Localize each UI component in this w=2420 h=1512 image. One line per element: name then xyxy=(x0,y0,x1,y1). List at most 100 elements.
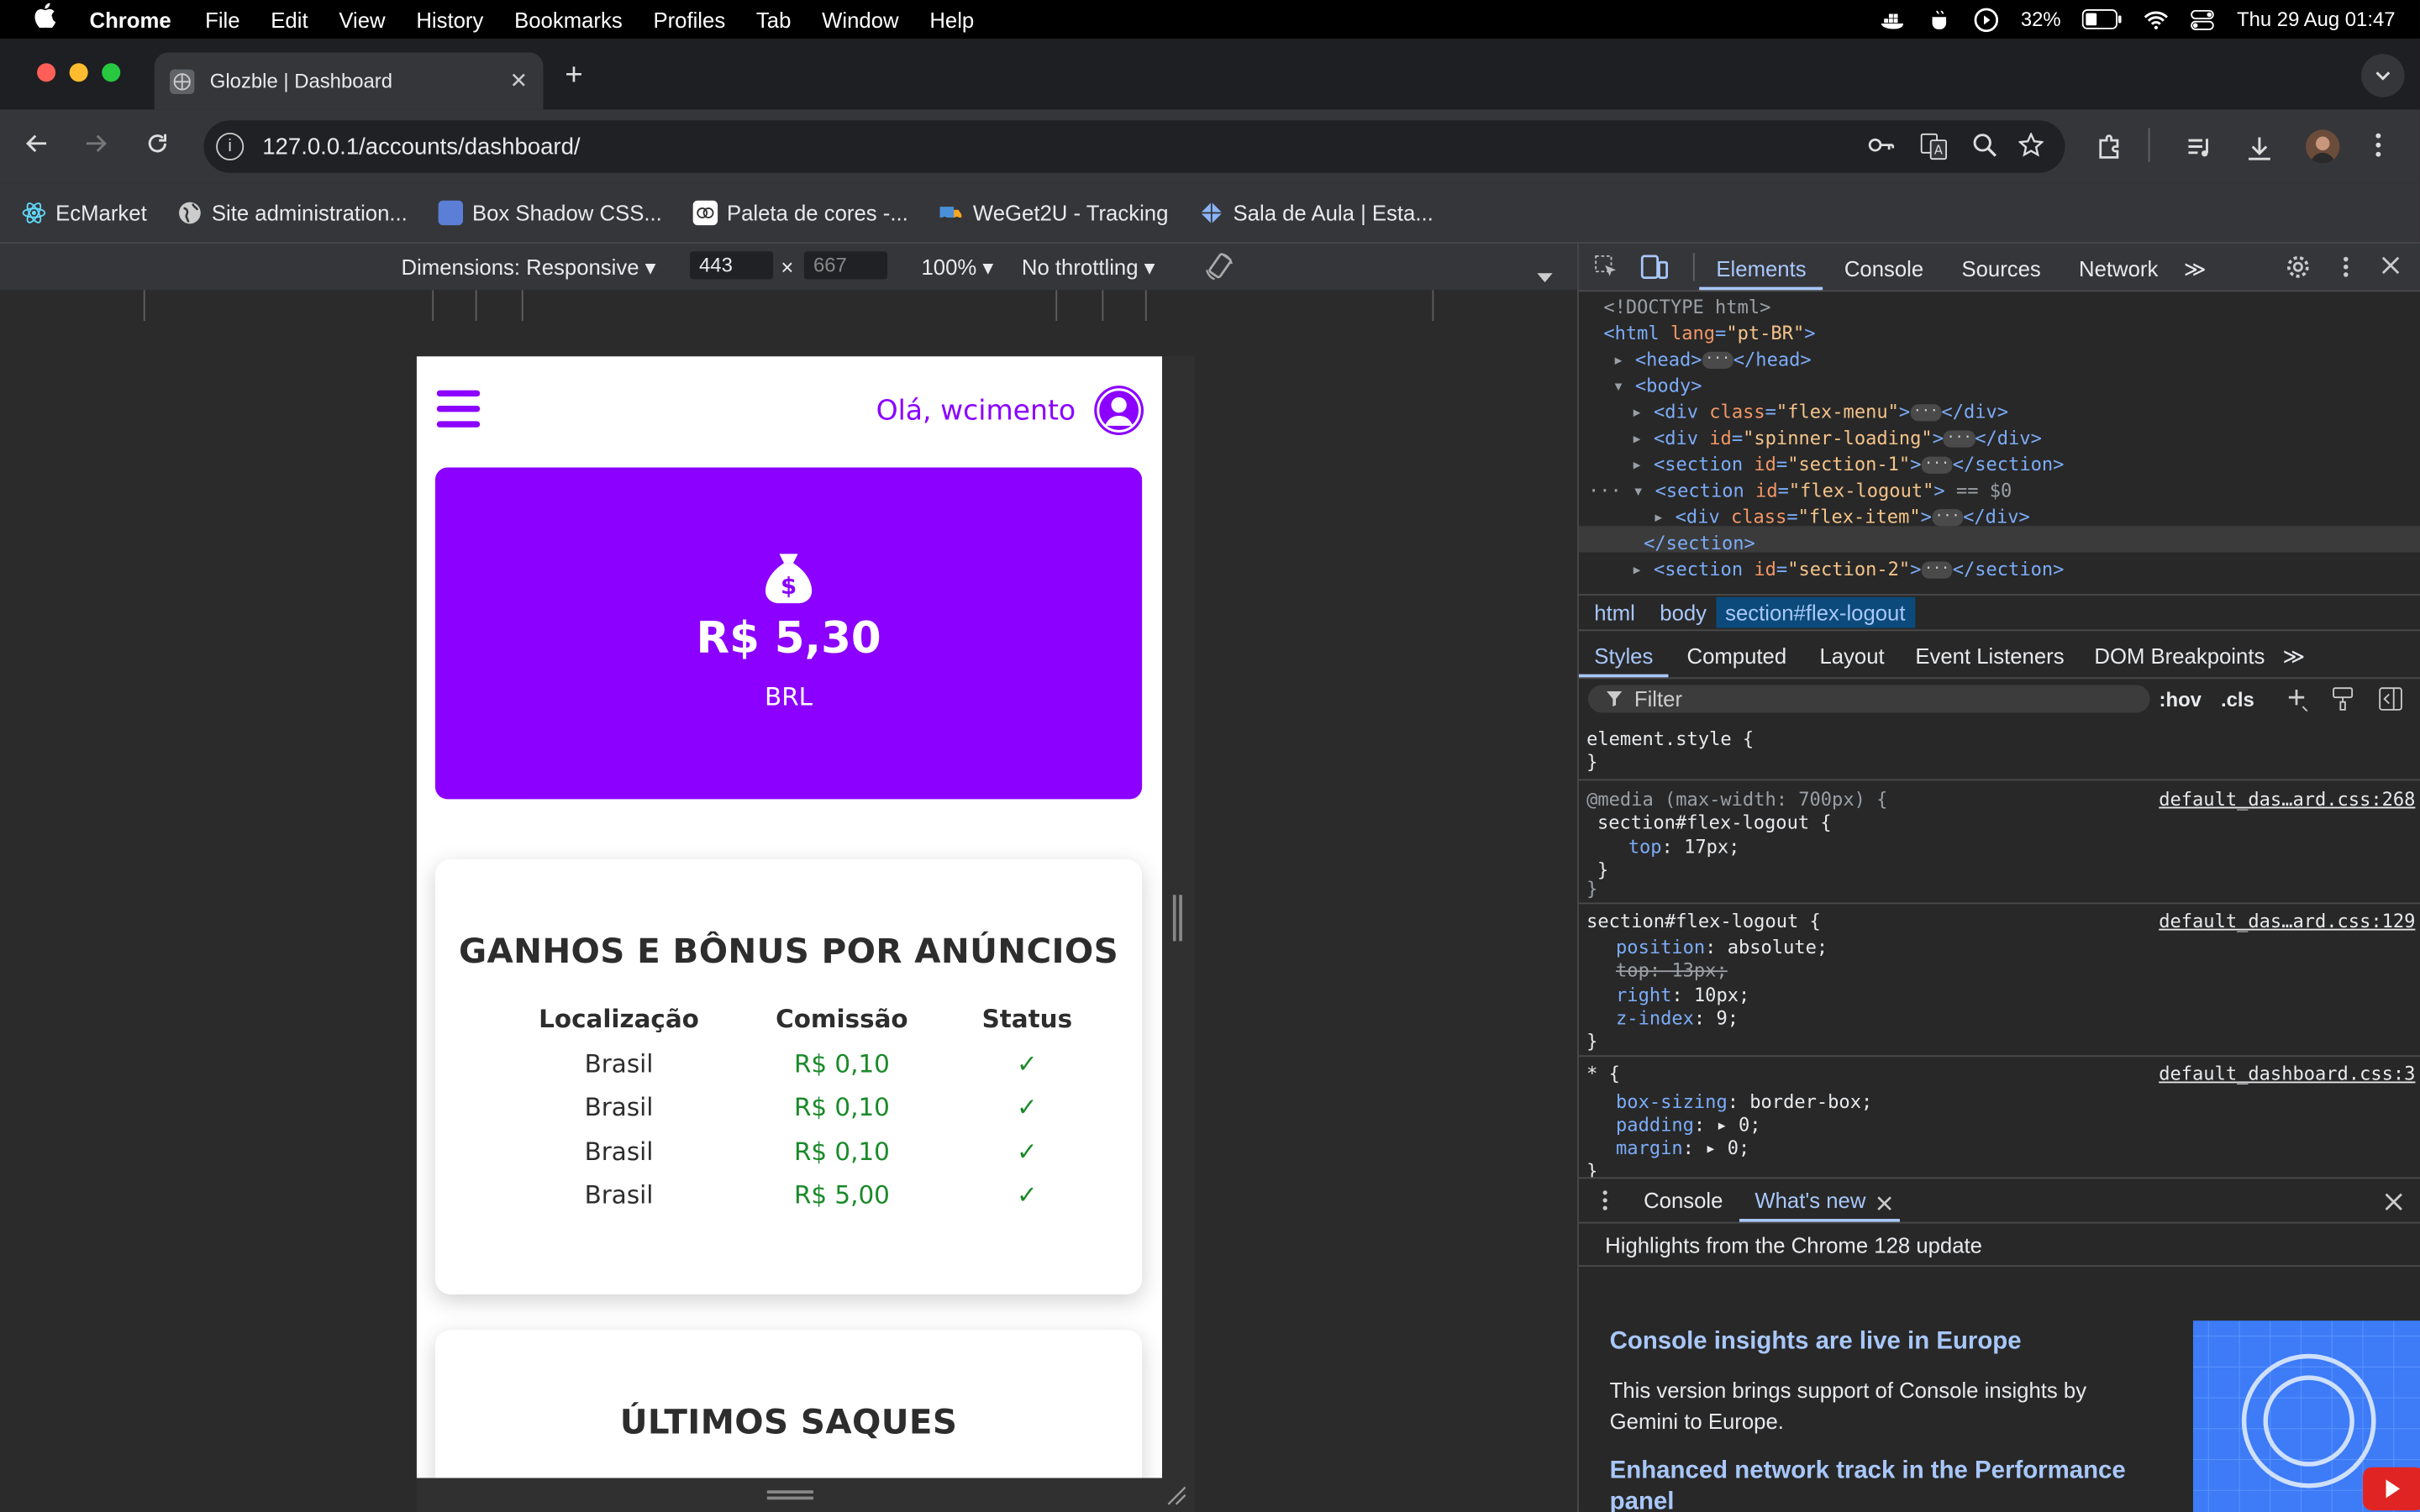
menu-tab[interactable]: Tab xyxy=(756,7,791,31)
tab-sources[interactable]: Sources xyxy=(1961,256,2040,281)
prop-position[interactable]: position: absolute; xyxy=(1616,937,1828,960)
whats-new-item-title[interactable]: Enhanced network track in the Performanc… xyxy=(1610,1457,2150,1512)
media-rule-selector[interactable]: section#flex-logout { xyxy=(1597,811,1832,835)
resize-handle-vertical[interactable] xyxy=(1172,895,1182,942)
chrome-menu-icon[interactable] xyxy=(2374,131,2383,165)
rule-element-style[interactable]: element.style { xyxy=(1586,728,1754,752)
dom-node-doctype[interactable]: <!DOCTYPE html> xyxy=(1603,295,1770,321)
viewport-height-input[interactable]: 667 xyxy=(803,251,888,280)
new-tab-button[interactable]: + xyxy=(565,59,582,94)
source-link-129[interactable]: default_das…ard.css:129 xyxy=(2159,911,2415,934)
menu-window[interactable]: Window xyxy=(822,7,898,31)
download-icon[interactable] xyxy=(2245,134,2273,168)
device-options-chevron-icon[interactable] xyxy=(1537,262,1553,286)
control-center-icon[interactable] xyxy=(2191,7,2215,31)
address-url[interactable]: 127.0.0.1/accounts/dashboard/ xyxy=(262,134,580,160)
user-greeting[interactable]: Olá, wcimento xyxy=(876,386,1144,435)
prop-padding[interactable]: padding: ▸ 0; xyxy=(1616,1114,1761,1137)
dimensions-dropdown[interactable]: Dimensions: Responsive ▾ xyxy=(402,255,656,281)
devtools-close-icon[interactable] xyxy=(2381,256,2400,280)
more-tabs-icon[interactable]: ≫ xyxy=(2184,256,2207,282)
drawer-tab-console[interactable]: Console xyxy=(1644,1188,1723,1212)
bookmark-box-shadow[interactable]: Box Shadow CSS... xyxy=(438,200,662,226)
coffee-icon[interactable] xyxy=(1928,7,1953,31)
profile-avatar[interactable] xyxy=(2306,129,2340,164)
subtab-layout[interactable]: Layout xyxy=(1819,643,1884,668)
prop-top-overridden[interactable]: top: 13px; xyxy=(1616,959,1728,983)
window-zoom-button[interactable] xyxy=(102,63,121,82)
whats-new-item-title[interactable]: Console insights are live in Europe xyxy=(1610,1328,2022,1356)
subtab-dom-breakpoints[interactable]: DOM Breakpoints xyxy=(2094,643,2265,668)
hov-toggle[interactable]: :hov xyxy=(2160,688,2202,711)
viewport-width-input[interactable]: 443 xyxy=(690,251,774,280)
media-rule-prop[interactable]: top: 17px; xyxy=(1628,836,1740,859)
subtab-styles[interactable]: Styles xyxy=(1594,643,1653,668)
resize-handle-horizontal[interactable] xyxy=(766,1490,813,1500)
docker-icon[interactable] xyxy=(1881,7,1907,31)
browser-tab-active[interactable]: Glozble | Dashboard ✕ xyxy=(154,52,544,110)
dom-node-section-close[interactable]: </section> xyxy=(1644,531,1755,557)
battery-icon[interactable] xyxy=(2082,7,2123,31)
prop-margin[interactable]: margin: ▸ 0; xyxy=(1616,1137,1749,1161)
dom-node-flex-item[interactable]: ▸ <div class="flex-item"> ··· </div> xyxy=(1653,505,2030,531)
menu-clock[interactable]: Thu 29 Aug 01:47 xyxy=(2237,8,2396,31)
menu-app-name[interactable]: Chrome xyxy=(90,7,171,31)
source-link-268[interactable]: default_das…ard.css:268 xyxy=(2159,789,2415,812)
drawer-tab-close-icon[interactable] xyxy=(1876,1191,1891,1215)
address-bar[interactable]: i 127.0.0.1/accounts/dashboard/ A xyxy=(203,120,2065,173)
forward-icon[interactable] xyxy=(81,131,112,164)
reload-icon[interactable] xyxy=(142,131,173,164)
rule-flex-logout-selector[interactable]: section#flex-logout { xyxy=(1586,911,1821,934)
rotate-icon[interactable] xyxy=(1204,251,1235,286)
translate-icon[interactable]: A xyxy=(1920,133,1948,166)
bookmark-weget2u[interactable]: WeGet2U - Tracking xyxy=(939,201,1168,225)
settings-gear-icon[interactable] xyxy=(2286,255,2310,284)
cls-toggle[interactable]: .cls xyxy=(2221,688,2254,711)
subtab-computed[interactable]: Computed xyxy=(1687,643,1787,668)
dom-node-html[interactable]: <html lang="pt-BR"> xyxy=(1603,321,1815,347)
bookmark-star-icon[interactable] xyxy=(2018,131,2045,164)
dom-node-flex-menu[interactable]: ▸ <div class="flex-menu"> ··· </div> xyxy=(1631,400,2008,426)
window-close-button[interactable] xyxy=(37,63,56,82)
tab-search-chevron-icon[interactable] xyxy=(2361,54,2405,97)
zoom-icon[interactable] xyxy=(1972,133,1997,164)
user-avatar-icon[interactable] xyxy=(1094,386,1144,435)
bookmark-ecmarket[interactable]: EcMarket xyxy=(22,201,147,225)
breadcrumb-body[interactable]: body xyxy=(1660,600,1707,624)
menu-file[interactable]: File xyxy=(205,7,239,31)
tab-console[interactable]: Console xyxy=(1844,256,1923,281)
dom-node-flex-logout[interactable]: ··· ▾ <section id="flex-logout"> == $0 xyxy=(1588,478,2012,504)
subtab-event-listeners[interactable]: Event Listeners xyxy=(1915,643,2064,668)
play-circle-icon[interactable] xyxy=(1975,7,1999,32)
source-link-3[interactable]: default_dashboard.css:3 xyxy=(2159,1063,2415,1086)
prop-box-sizing[interactable]: box-sizing: border-box; xyxy=(1616,1091,1872,1115)
styles-filter-input[interactable]: Filter xyxy=(1587,685,2150,713)
dom-node-section-2[interactable]: ▸ <section id="section-2"> ··· </section> xyxy=(1631,557,2064,583)
toggle-sidebar-icon[interactable] xyxy=(2378,686,2402,716)
prop-z-index[interactable]: z-index: 9; xyxy=(1616,1007,1739,1031)
drawer-tab-whats-new[interactable]: What's new xyxy=(1754,1188,1865,1212)
zoom-dropdown[interactable]: 100% ▾ xyxy=(922,255,994,281)
subtab-more-icon[interactable]: ≫ xyxy=(2282,643,2305,669)
dom-node-spinner[interactable]: ▸ <div id="spinner-loading"> ··· </div> xyxy=(1631,426,2041,452)
tab-close-icon[interactable]: ✕ xyxy=(510,68,529,94)
media-query-ruler[interactable] xyxy=(0,290,1578,323)
site-info-icon[interactable]: i xyxy=(216,132,245,161)
devtools-more-options-icon[interactable] xyxy=(2341,255,2350,284)
breadcrumb-section[interactable]: section#flex-logout xyxy=(1716,596,1915,628)
dom-node-head[interactable]: ▸ <head> ··· </head> xyxy=(1612,347,1811,373)
paint-brush-icon[interactable] xyxy=(2332,686,2354,716)
media-controls-icon[interactable] xyxy=(2186,134,2213,168)
password-key-icon[interactable] xyxy=(1867,134,1895,162)
dom-node-body[interactable]: ▾ <body> xyxy=(1612,373,1702,399)
corner-resize-icon[interactable] xyxy=(1165,1484,1187,1512)
inspect-element-icon[interactable] xyxy=(1594,255,1618,284)
throttling-dropdown[interactable]: No throttling ▾ xyxy=(1022,255,1155,281)
rule-universal-selector[interactable]: * { xyxy=(1586,1063,1620,1086)
drawer-menu-icon[interactable] xyxy=(1601,1188,1610,1217)
bookmark-site-admin[interactable]: Site administration... xyxy=(177,201,408,225)
wifi-icon[interactable] xyxy=(2144,7,2169,31)
prop-right[interactable]: right: 10px; xyxy=(1616,984,1749,1008)
tab-elements[interactable]: Elements xyxy=(1716,256,1806,281)
breadcrumb-html[interactable]: html xyxy=(1594,600,1635,624)
